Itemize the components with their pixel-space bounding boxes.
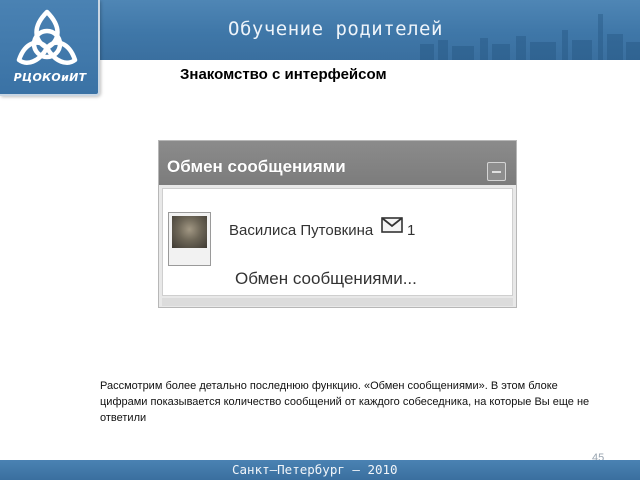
user-photo bbox=[172, 216, 207, 248]
messaging-block-header: Обмен сообщениями bbox=[159, 141, 516, 185]
minus-icon[interactable] bbox=[487, 162, 506, 181]
unread-count: 1 bbox=[407, 222, 416, 239]
description-text: Рассмотрим более детально последнюю функ… bbox=[100, 380, 590, 424]
envelope-icon[interactable] bbox=[381, 217, 403, 233]
messages-link[interactable]: Обмен сообщениями... bbox=[235, 269, 417, 289]
footer-text: Санкт–Петербург – 2010 bbox=[232, 462, 398, 477]
trinity-knot-icon bbox=[16, 9, 78, 65]
footer-band: Санкт–Петербург – 2010 bbox=[0, 460, 640, 480]
logo-label: РЦОКОиИТ bbox=[13, 71, 87, 84]
messaging-block-content: Василиса Путовкина 1 Обмен сообщениями..… bbox=[162, 188, 513, 296]
messaging-block-title: Обмен сообщениями bbox=[167, 157, 346, 176]
organization-logo: РЦОКОиИТ bbox=[0, 0, 100, 96]
messaging-block: Обмен сообщениями Василиса Путовкина 1 О… bbox=[158, 140, 517, 308]
messaging-block-footer bbox=[162, 298, 513, 306]
avatar[interactable] bbox=[168, 212, 211, 266]
contact-name-link[interactable]: Василиса Путовкина bbox=[229, 222, 373, 239]
presentation-title: Обучение родителей bbox=[228, 18, 443, 40]
slide-subtitle: Знакомство с интерфейсом bbox=[180, 66, 387, 83]
